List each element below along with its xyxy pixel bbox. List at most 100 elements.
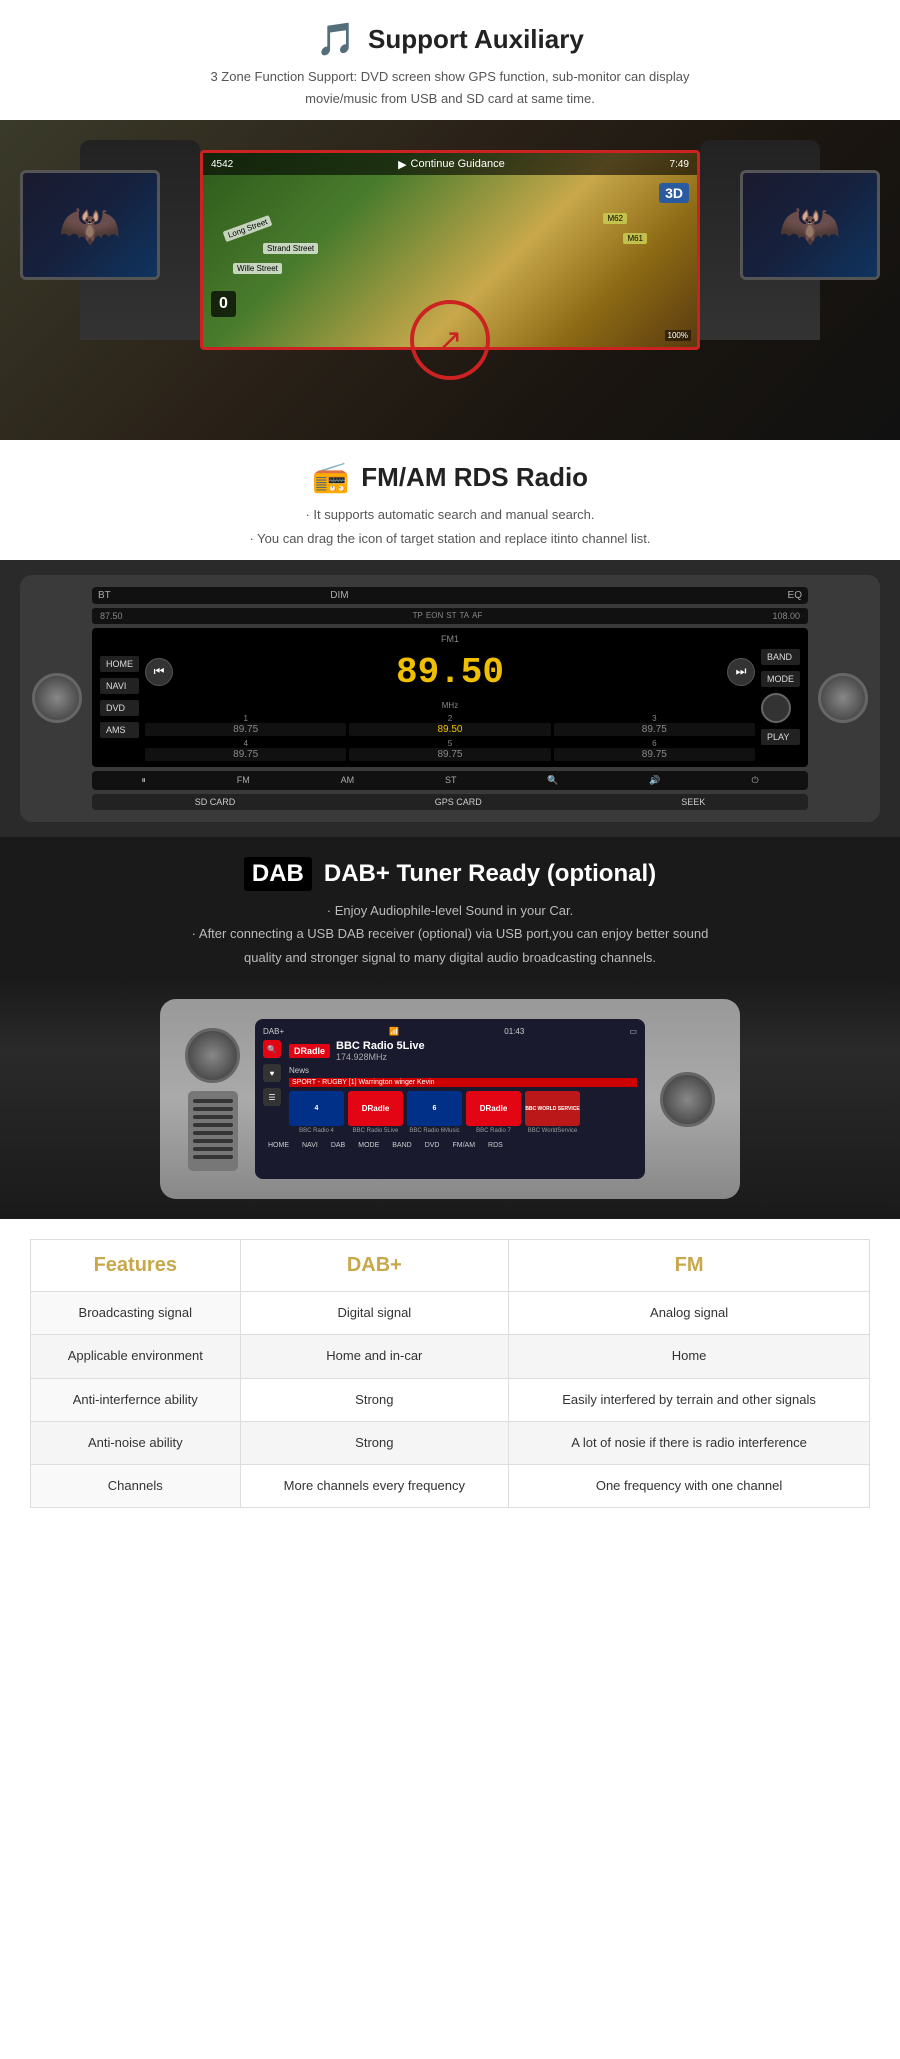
dab-channel-bbc6[interactable]: 6 BBC Radio 6Music [407, 1091, 462, 1134]
dab-sidebar: 🔍 ♥ ☰ [263, 1040, 283, 1134]
radio-left-knob[interactable] [32, 673, 82, 723]
gps-continue-guidance: ▶ Continue Guidance [398, 158, 505, 171]
nav-home[interactable]: HOME [100, 656, 139, 672]
dab-btn-mode[interactable]: MODE [353, 1140, 384, 1151]
dab-screen: DAB+ 📶 01:43 ▭ 🔍 ♥ ☰ DRadle [255, 1019, 645, 1179]
radio-indicators: TPEONSTTAAF [413, 611, 483, 620]
radio-volume-btn[interactable]: 🔊 [649, 775, 660, 786]
auxiliary-icon-area: 🎵 Support Auxiliary [40, 20, 860, 58]
dab-sidebar-icon-2[interactable]: ♥ [263, 1064, 281, 1082]
tab-bt[interactable]: BT [98, 590, 111, 601]
preset-2[interactable]: 2 89.50 [349, 714, 550, 736]
preset-3[interactable]: 3 89.75 [554, 714, 755, 736]
aux-icon: 🎵 [316, 20, 356, 58]
dab-station-info: DRadle BBC Radio 5Live 174.928MHz [289, 1040, 637, 1062]
dab-left-knob[interactable] [185, 1028, 240, 1083]
dab-btn-dvd[interactable]: DVD [420, 1140, 445, 1151]
auxiliary-desc: 3 Zone Function Support: DVD screen show… [40, 66, 860, 110]
radio-pause-btn[interactable]: ⏸ [141, 775, 146, 786]
radio-play-btn[interactable]: PLAY [761, 729, 800, 745]
dab-left-controls [185, 1028, 240, 1171]
dab-environment: Home and in-car [240, 1335, 509, 1378]
dab-btn-navi[interactable]: NAVI [297, 1140, 323, 1151]
dab-channel-bbcws[interactable]: BBC WORLD SERVICE BBC WorldService [525, 1091, 580, 1134]
dab-station-logo: DRadle [289, 1044, 330, 1058]
dab-btn-band[interactable]: BAND [387, 1140, 416, 1151]
th-dab: DAB+ [240, 1240, 509, 1292]
th-fm: FM [509, 1240, 870, 1292]
preset-1[interactable]: 1 89.75 [145, 714, 346, 736]
feature-broadcasting: Broadcasting signal [31, 1292, 241, 1335]
fm-interference: Easily interfered by terrain and other s… [509, 1378, 870, 1421]
nav-navi[interactable]: NAVI [100, 678, 139, 694]
dab-vent [188, 1091, 238, 1171]
radio-dial-knob[interactable] [761, 693, 791, 723]
gps-percent: 100% [665, 330, 691, 341]
radio-icon: 📻 [312, 460, 349, 495]
preset-5[interactable]: 5 89.75 [349, 739, 550, 761]
radio-st-btn[interactable]: ST [445, 775, 457, 785]
radio-power-btn[interactable]: ⏻ [751, 775, 758, 786]
dab-interference: Strong [240, 1378, 509, 1421]
dab-btn-home[interactable]: HOME [263, 1140, 294, 1151]
table-row: Anti-noise ability Strong A lot of nosie… [31, 1421, 870, 1464]
dab-sidebar-icon-1[interactable]: 🔍 [263, 1040, 281, 1058]
dab-right-knob[interactable] [660, 1072, 715, 1127]
radio-right-knob[interactable] [818, 673, 868, 723]
car-interior-image: 🦇 🦇 4542 ▶ Continue Guidance 7:49 3D 0 L… [0, 120, 900, 440]
radio-freq-right: 108.00 [772, 611, 800, 621]
dab-channel-icons-row: 4 BBC Radio 4 DRadle BBC Radio 5Live 6 B… [289, 1091, 637, 1134]
dab-car-housing: DAB+ 📶 01:43 ▭ 🔍 ♥ ☰ DRadle [160, 999, 740, 1199]
fm-broadcasting: Analog signal [509, 1292, 870, 1335]
radio-mode-btn[interactable]: MODE [761, 671, 800, 687]
radio-main-freq: 89.50 [392, 644, 508, 701]
dab-broadcasting: Digital signal [240, 1292, 509, 1335]
radio-nav-col: HOME NAVI DVD AMS [100, 656, 139, 738]
table-row: Channels More channels every frequency O… [31, 1464, 870, 1507]
radio-mhz-label: MHz [392, 701, 508, 710]
dab-channel-freq: 174.928MHz [336, 1052, 425, 1062]
radio-am-mode[interactable]: AM [341, 775, 355, 785]
th-features: Features [31, 1240, 241, 1292]
radio-sd-card: SD CARD [195, 797, 236, 807]
dab-sport-ticker: SPORT - RUGBY [1] Warrington winger Kevi… [289, 1078, 637, 1087]
dab-channel-5live[interactable]: DRadle BBC Radio 5Live [348, 1091, 403, 1134]
nav-dvd[interactable]: DVD [100, 700, 139, 716]
tab-dim[interactable]: DIM [330, 590, 348, 601]
radio-band-btn[interactable]: BAND [761, 649, 800, 665]
radio-main-display-row: HOME NAVI DVD AMS ⏮ FM1 89.50 [92, 628, 808, 767]
fm-noise: A lot of nosie if there is radio interfe… [509, 1421, 870, 1464]
dab-station-details: BBC Radio 5Live 174.928MHz [336, 1040, 425, 1062]
radio-main-unit: BT DIM EQ 87.50 TPEONSTTAAF 108.00 HOME [92, 587, 808, 810]
dab-noise: Strong [240, 1421, 509, 1464]
radio-bottom-row: ⏸ FM AM ST 🔍 🔊 ⏻ [92, 771, 808, 790]
comparison-section: Features DAB+ FM Broadcasting signal Dig… [0, 1219, 900, 1538]
nav-ams[interactable]: AMS [100, 722, 139, 738]
dab-button-row: HOME NAVI DAB MODE BAND DVD FM/AM RDS [263, 1140, 637, 1151]
feature-channels: Channels [31, 1464, 241, 1507]
dab-logo: DAB [244, 857, 312, 891]
dab-channel-bbc4[interactable]: 4 BBC Radio 4 [289, 1091, 344, 1134]
fm-environment: Home [509, 1335, 870, 1378]
radio-rewind-btn[interactable]: ⏮ [145, 658, 173, 686]
preset-6[interactable]: 6 89.75 [554, 739, 755, 761]
dab-car-section: DAB+ 📶 01:43 ▭ 🔍 ♥ ☰ DRadle [0, 979, 900, 1219]
left-side-monitor: 🦇 [20, 170, 160, 280]
radio-right-col: BAND MODE PLAY [761, 649, 800, 745]
dab-sidebar-icon-3[interactable]: ☰ [263, 1088, 281, 1106]
radio-forward-btn[interactable]: ⏭ [727, 658, 755, 686]
tab-eq[interactable]: EQ [788, 590, 802, 601]
radio-presets-grid: 1 89.75 2 89.50 3 89.75 4 [145, 714, 755, 761]
radio-fm-mode[interactable]: FM [237, 775, 250, 785]
radio-freq-col: ⏮ FM1 89.50 MHz ⏭ [145, 634, 755, 761]
dab-channel-name: BBC Radio 5Live [336, 1040, 425, 1052]
fm-channels: One frequency with one channel [509, 1464, 870, 1507]
radio-seek: SEEK [681, 797, 705, 807]
dab-btn-fmam[interactable]: FM/AM [447, 1140, 480, 1151]
dab-btn-rds[interactable]: RDS [483, 1140, 508, 1151]
dab-btn-dab[interactable]: DAB [326, 1140, 350, 1151]
radio-search-btn[interactable]: 🔍 [547, 775, 558, 786]
table-row: Applicable environment Home and in-car H… [31, 1335, 870, 1378]
dab-channel-radio7[interactable]: DRadle BBC Radio 7 [466, 1091, 521, 1134]
preset-4[interactable]: 4 89.75 [145, 739, 346, 761]
